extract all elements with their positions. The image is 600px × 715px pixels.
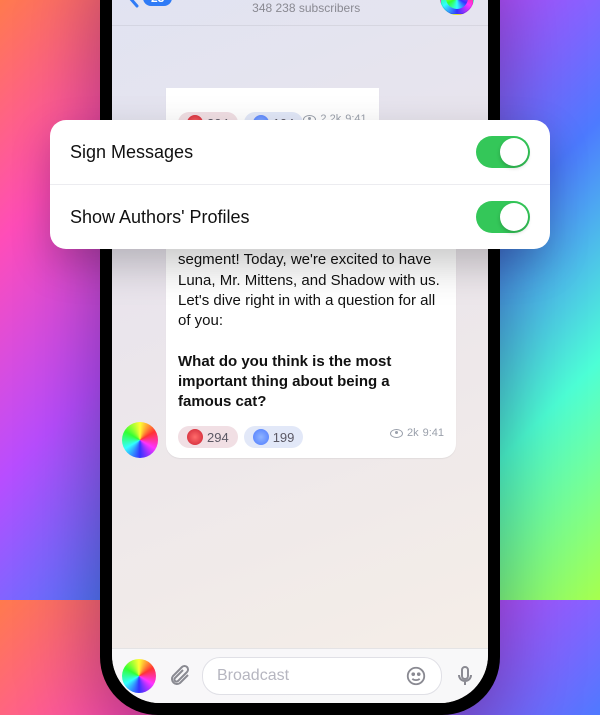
sender-avatar[interactable] (122, 659, 156, 693)
views-icon (390, 429, 403, 438)
toggle-switch[interactable] (476, 136, 530, 168)
message-bold: What do you think is the most important … (178, 353, 391, 411)
header-title-block[interactable]: Cat News Network 348 238 subscribers (180, 0, 432, 15)
phone-frame: 9:41 23 Cat News Network 348 238 subscri… (100, 0, 500, 715)
message-meta: 2k 9:41 (390, 427, 444, 439)
toggle-switch[interactable] (476, 201, 530, 233)
channel-subtitle: 348 238 subscribers (180, 1, 432, 15)
sticker-icon (405, 665, 427, 687)
unread-badge: 23 (143, 0, 172, 6)
heart-eyes-icon (187, 429, 203, 445)
back-button[interactable]: 23 (126, 0, 172, 8)
input-placeholder: Broadcast (217, 667, 289, 685)
paperclip-icon (167, 664, 191, 688)
attach-button[interactable] (166, 663, 192, 689)
reaction-count: 294 (207, 430, 229, 445)
mic-button[interactable] (452, 663, 478, 689)
mic-icon (453, 664, 477, 688)
reaction[interactable]: 294 (178, 426, 238, 448)
message-time: 9:41 (423, 427, 444, 439)
reaction[interactable]: 199 (244, 426, 304, 448)
channel-avatar[interactable] (440, 0, 474, 15)
paw-icon (253, 429, 269, 445)
message-body: Welcome to our special interview segment… (178, 230, 444, 412)
screen: 9:41 23 Cat News Network 348 238 subscri… (112, 0, 488, 703)
setting-sign-messages[interactable]: Sign Messages (50, 120, 550, 184)
message-avatar[interactable] (122, 422, 158, 458)
channel-header: 23 Cat News Network 348 238 subscribers (112, 0, 488, 26)
setting-show-authors-profiles[interactable]: Show Authors' Profiles (50, 184, 550, 249)
settings-overlay: Sign Messages Show Authors' Profiles (50, 120, 550, 249)
chevron-left-icon (126, 0, 140, 8)
setting-label: Sign Messages (70, 142, 193, 163)
reactions: 294 199 (178, 426, 303, 448)
views-count: 2k (407, 427, 419, 439)
input-bar: Broadcast (112, 648, 488, 703)
reaction-count: 199 (273, 430, 295, 445)
broadcast-input[interactable]: Broadcast (202, 657, 442, 695)
setting-label: Show Authors' Profiles (70, 207, 250, 228)
